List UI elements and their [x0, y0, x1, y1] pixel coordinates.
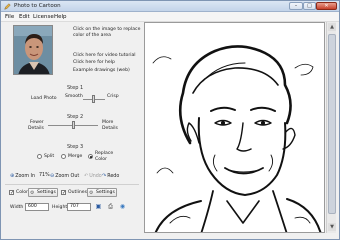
zoom-in-button[interactable]: ⊕ Zoom In — [10, 173, 35, 179]
scrollbar-thumb[interactable] — [328, 34, 336, 214]
fewer-label: Fewer — [30, 120, 44, 125]
slider-thumb[interactable] — [72, 121, 75, 129]
more-label: More — [102, 120, 114, 125]
height-field[interactable]: 707 — [67, 203, 91, 211]
menu-bar: File Edit License Help — [1, 12, 339, 22]
step1-title: Step 1 — [67, 85, 84, 91]
redo-icon: ↷ — [102, 173, 107, 179]
vertical-scrollbar[interactable]: ▲ ▼ — [326, 22, 336, 233]
print-icon[interactable]: ⎙ — [107, 203, 114, 210]
menu-license[interactable]: License — [33, 14, 54, 20]
merge-label: Merge — [68, 154, 83, 159]
details-slider[interactable] — [48, 121, 98, 129]
video-tutorial-link[interactable]: Click here for video tutorial — [73, 53, 136, 58]
color-settings-button[interactable]: ⚙ Settings — [28, 188, 58, 197]
color-option-label: Color — [16, 190, 28, 195]
close-button[interactable]: ✕ — [316, 2, 337, 10]
redo-button[interactable]: ↷ Redo — [102, 173, 119, 179]
window-title: Photo to Cartoon — [14, 3, 61, 9]
web-globe-icon[interactable]: ◉ — [119, 203, 126, 210]
width-label: Width — [10, 205, 24, 210]
crisp-label: Crisp — [107, 94, 119, 99]
title-bar: Photo to Cartoon – □ ✕ — [1, 1, 339, 12]
minimize-button[interactable]: – — [289, 2, 303, 10]
example-drawings-link[interactable]: Example drawings (web) — [73, 68, 130, 73]
menu-file[interactable]: File — [5, 14, 14, 20]
maximize-button[interactable]: □ — [303, 2, 316, 10]
color-checkbox[interactable]: ✓ — [9, 190, 14, 196]
fewer-details-label: Details — [28, 126, 44, 131]
save-icon[interactable]: ▣ — [95, 203, 102, 210]
split-label: Split — [44, 154, 55, 159]
gear-icon: ⚙ — [30, 190, 35, 196]
cartoon-drawing — [152, 45, 322, 232]
zoom-in-icon: ⊕ — [10, 173, 15, 179]
color-label: Color — [95, 157, 107, 162]
load-photo-button[interactable]: Load Photo — [31, 96, 57, 101]
more-details-label: Details — [102, 126, 118, 131]
outlines-checkbox[interactable]: ✓ — [61, 190, 66, 196]
step3-title: Step 3 — [67, 144, 84, 150]
menu-edit[interactable]: Edit — [19, 14, 30, 20]
undo-button[interactable]: ↶ Undo — [84, 173, 102, 179]
scroll-down-icon[interactable]: ▼ — [328, 223, 336, 231]
smoothness-slider[interactable] — [83, 95, 105, 103]
app-window: Photo to Cartoon – □ ✕ File Edit License… — [0, 0, 340, 240]
zoom-out-button[interactable]: ⊖ Zoom Out — [50, 173, 79, 179]
width-field[interactable]: 600 — [25, 203, 49, 211]
cartoon-canvas[interactable] — [144, 22, 325, 233]
height-label: Height — [52, 205, 68, 210]
undo-icon: ↶ — [84, 173, 89, 179]
gear-icon: ⚙ — [89, 190, 94, 196]
merge-radio[interactable] — [61, 154, 66, 159]
scroll-up-icon[interactable]: ▲ — [328, 23, 336, 31]
divider — [5, 184, 139, 185]
slider-thumb[interactable] — [92, 95, 95, 103]
zoom-out-icon: ⊖ — [50, 173, 55, 179]
zoom-percentage: 71% — [39, 173, 50, 178]
replace-label: Replace — [95, 151, 114, 156]
control-panel: Click on the image to replace color of t… — [1, 22, 141, 240]
hint-text-line1: Click on the image to replace — [73, 27, 141, 32]
split-radio[interactable] — [37, 154, 42, 159]
menu-help[interactable]: Help — [54, 14, 67, 20]
outlines-settings-button[interactable]: ⚙ Settings — [87, 188, 117, 197]
hint-text-line2: color of the area — [73, 33, 111, 38]
help-link[interactable]: Click here for help — [73, 60, 115, 65]
pencil-app-icon — [4, 3, 11, 10]
portrait-image — [14, 26, 52, 74]
smooth-label: Smooth — [65, 94, 83, 99]
source-photo-thumbnail[interactable] — [13, 25, 53, 75]
replace-color-radio[interactable] — [88, 154, 93, 159]
step2-title: Step 2 — [67, 114, 84, 120]
outlines-option-label: Outlines — [68, 190, 88, 195]
